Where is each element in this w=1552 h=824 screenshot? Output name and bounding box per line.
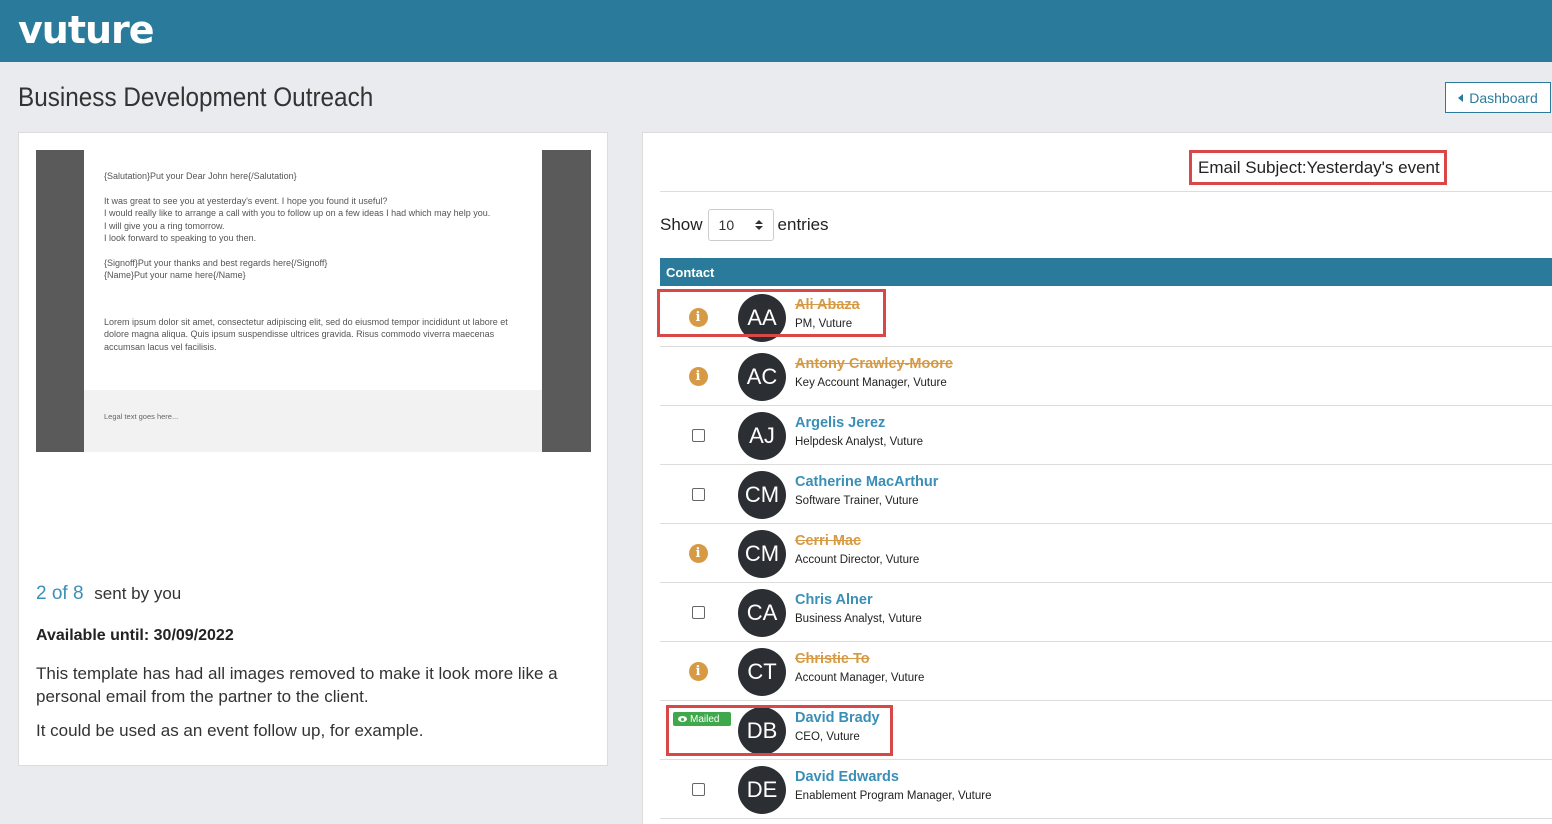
contact-role: Software Trainer, Vuture: [795, 495, 919, 507]
status-cell: [660, 406, 736, 465]
status-cell: [660, 760, 736, 819]
sent-suffix: sent by you: [94, 584, 182, 603]
contact-role: Account Director, Vuture: [795, 554, 920, 566]
entries-label: entries: [777, 215, 829, 234]
entries-select-value: 10: [718, 217, 735, 233]
contact-role: Helpdesk Analyst, Vuture: [795, 436, 924, 448]
table-row: i AC Antony Crawley-Moore Key Account Ma…: [660, 347, 1552, 406]
contact-name[interactable]: Argelis Jerez: [795, 415, 885, 431]
contact-name[interactable]: Cerri Mac: [795, 533, 861, 549]
mailed-badge: Mailed: [673, 712, 731, 726]
status-cell: i: [660, 347, 736, 406]
vuture-logo[interactable]: vuture: [18, 8, 155, 52]
caret-left-icon: [1458, 93, 1464, 102]
table-row: CA Chris Alner Business Analyst, Vuture: [660, 583, 1552, 642]
avatar: AJ: [738, 412, 786, 460]
select-checkbox[interactable]: [691, 429, 705, 442]
dashboard-button[interactable]: Dashboard: [1445, 82, 1551, 113]
contact-name[interactable]: Ali Abaza: [795, 297, 860, 313]
contact-role: Key Account Manager, Vuture: [795, 377, 947, 389]
select-arrows-icon: [754, 220, 763, 230]
divider: [660, 191, 1552, 192]
template-card: {Salutation}Put your Dear John here{/Sal…: [18, 132, 608, 766]
template-usage-note: It could be used as an event follow up, …: [36, 721, 424, 740]
select-checkbox[interactable]: [691, 783, 705, 796]
avatar: CM: [738, 471, 786, 519]
select-checkbox[interactable]: [691, 606, 705, 619]
avatar: DE: [738, 766, 786, 814]
preview-legal-text: Legal text goes here...: [104, 412, 179, 421]
table-row: i CT Christie To Account Manager, Vuture: [660, 642, 1552, 701]
status-cell: [660, 465, 736, 524]
table-row: Mailed DB David Brady CEO, Vuture: [660, 701, 1552, 760]
avatar: CA: [738, 589, 786, 637]
email-subject-label: Email Subject:: [1198, 157, 1307, 177]
email-preview-body: {Salutation}Put your Dear John here{/Sal…: [104, 170, 514, 365]
info-icon[interactable]: i: [688, 544, 708, 563]
contact-name[interactable]: David Edwards: [795, 769, 899, 785]
table-row: DE David Edwards Enablement Program Mana…: [660, 760, 1552, 819]
avatar: AA: [738, 294, 786, 342]
contact-role: Business Analyst, Vuture: [795, 613, 922, 625]
info-icon[interactable]: i: [688, 662, 708, 681]
available-until: Available until: 30/09/2022: [36, 627, 234, 644]
table-row: i AA Ali Abaza PM, Vuture: [660, 288, 1552, 347]
template-description: This template has had all images removed…: [36, 664, 558, 706]
contact-name[interactable]: Chris Alner: [795, 592, 873, 608]
email-preview-footer: Legal text goes here...: [84, 390, 542, 452]
email-preview-page: {Salutation}Put your Dear John here{/Sal…: [84, 150, 542, 452]
status-cell: i: [660, 524, 736, 583]
contacts-card: Email Subject: Yesterday's event Show 10…: [642, 132, 1552, 824]
sent-status: 2 of 8 sent by you: [36, 583, 181, 605]
contact-role: Enablement Program Manager, Vuture: [795, 790, 992, 802]
info-icon[interactable]: i: [688, 308, 708, 327]
contact-name[interactable]: David Brady: [795, 710, 880, 726]
page-size-control: Show 10 entries: [660, 209, 829, 241]
show-label: Show: [660, 215, 703, 234]
avatar: DB: [738, 707, 786, 755]
contact-role: CEO, Vuture: [795, 731, 860, 743]
page-title: Business Development Outreach: [18, 82, 374, 112]
entries-select[interactable]: 10: [707, 209, 774, 241]
contact-role: Account Manager, Vuture: [795, 672, 925, 684]
email-preview[interactable]: {Salutation}Put your Dear John here{/Sal…: [36, 150, 591, 452]
preview-paragraph: It was great to see you at yesterday's e…: [104, 195, 491, 244]
status-cell: i: [660, 642, 736, 701]
table-row: CM Catherine MacArthur Software Trainer,…: [660, 465, 1552, 524]
contact-name[interactable]: Christie To: [795, 651, 870, 667]
contact-column-header[interactable]: Contact: [660, 258, 1552, 286]
dashboard-button-label: Dashboard: [1469, 89, 1538, 106]
contact-name[interactable]: Catherine MacArthur: [795, 474, 938, 490]
preview-salutation: {Salutation}Put your Dear John here{/Sal…: [104, 171, 297, 181]
status-cell: [660, 583, 736, 642]
preview-signoff: {Signoff}Put your thanks and best regard…: [104, 257, 328, 281]
avatar: CT: [738, 648, 786, 696]
email-subject-value: Yesterday's event: [1306, 157, 1440, 177]
select-checkbox[interactable]: [691, 488, 705, 501]
email-subject: Email Subject: Yesterday's event: [1189, 150, 1447, 185]
contact-name[interactable]: Antony Crawley-Moore: [795, 356, 953, 372]
avatar: CM: [738, 530, 786, 578]
contact-role: PM, Vuture: [795, 318, 853, 330]
table-row: i CM Cerri Mac Account Director, Vuture: [660, 524, 1552, 583]
avatar: AC: [738, 353, 786, 401]
mailed-badge-label: Mailed: [690, 713, 720, 725]
top-bar: vuture: [0, 0, 1552, 62]
table-row: AJ Argelis Jerez Helpdesk Analyst, Vutur…: [660, 406, 1552, 465]
status-cell: i: [660, 288, 736, 347]
eye-icon: [678, 716, 687, 722]
sent-count: 2 of 8: [36, 583, 84, 604]
contacts-table-body: i AA Ali Abaza PM, Vuture i AC Antony Cr…: [660, 288, 1552, 819]
preview-lorem: Lorem ipsum dolor sit amet, consectetur …: [104, 316, 508, 352]
info-icon[interactable]: i: [688, 367, 708, 386]
